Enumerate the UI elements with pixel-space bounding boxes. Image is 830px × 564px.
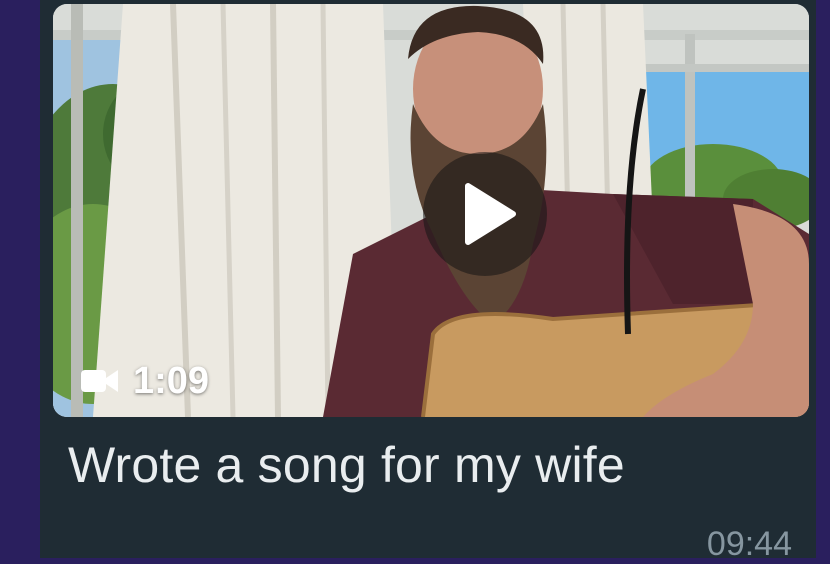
message-timestamp: 09:44 xyxy=(706,525,792,563)
video-duration: 1:09 xyxy=(81,356,209,406)
video-camera-icon xyxy=(81,370,118,392)
play-icon xyxy=(465,183,516,245)
play-button[interactable] xyxy=(423,152,547,276)
video-thumbnail[interactable]: 1:09 xyxy=(53,4,809,417)
message-caption: Wrote a song for my wife xyxy=(68,437,625,493)
duration-text: 1:09 xyxy=(133,359,210,402)
